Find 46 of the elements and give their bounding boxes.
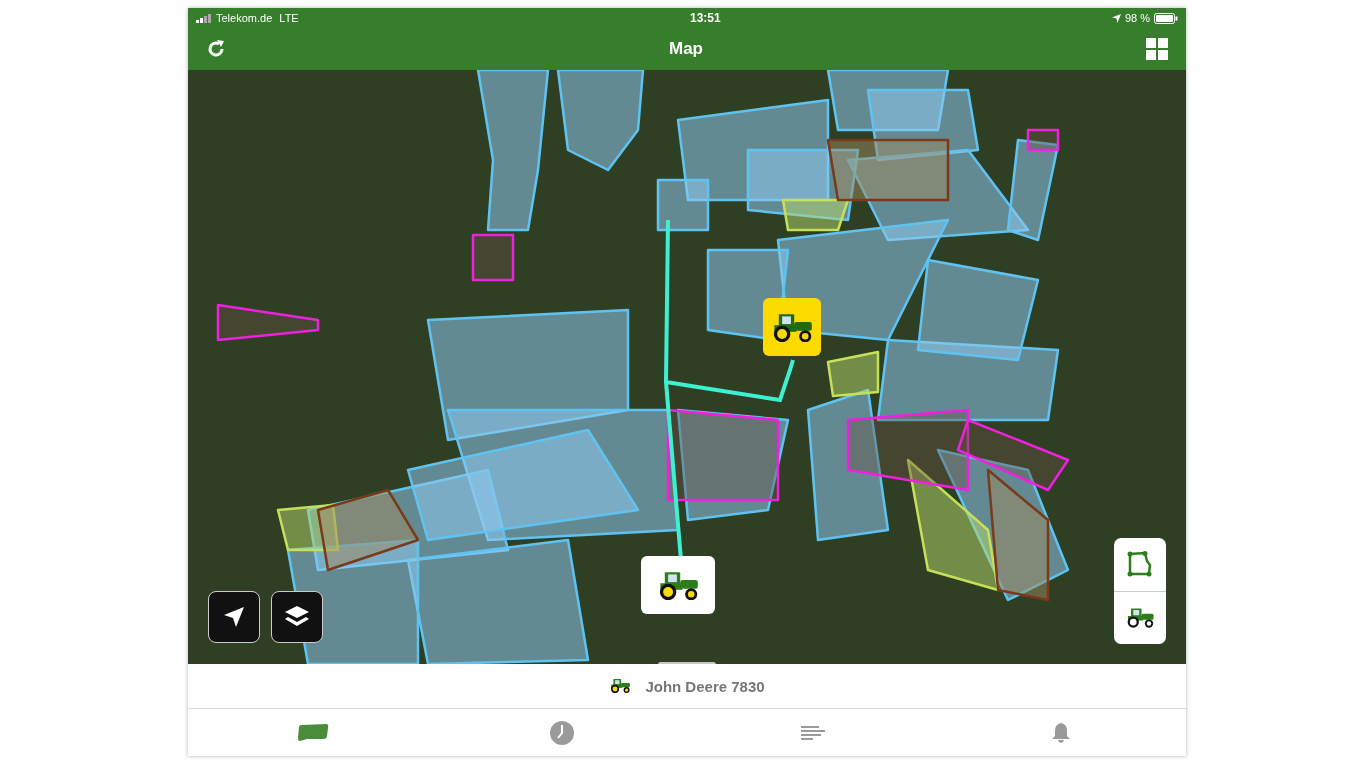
field-outline[interactable] — [826, 138, 950, 202]
field-outline[interactable] — [676, 98, 830, 202]
tractor-icon — [609, 678, 632, 694]
location-button[interactable] — [208, 591, 260, 643]
tractor-marker[interactable] — [763, 298, 821, 356]
field-outline[interactable] — [846, 408, 970, 492]
field-outline[interactable] — [956, 418, 1070, 492]
list-icon — [798, 724, 825, 741]
field-outline[interactable] — [666, 408, 780, 502]
field-outline[interactable] — [916, 258, 1040, 362]
tractor-icon — [1125, 607, 1155, 629]
field-outline[interactable] — [216, 303, 320, 342]
field-outline[interactable] — [706, 248, 790, 342]
field-outline[interactable] — [426, 308, 630, 442]
field-outline[interactable] — [556, 70, 645, 172]
field-outline[interactable] — [676, 408, 790, 522]
grid-icon[interactable] — [1146, 38, 1168, 60]
machine-name[interactable]: John Deere 7830 — [645, 677, 765, 695]
carrier-name: Telekom.de — [216, 12, 273, 24]
bell-icon — [1051, 721, 1072, 744]
refresh-icon[interactable] — [206, 39, 226, 59]
satellite-map[interactable] — [188, 70, 1186, 664]
clock-time: 13:51 — [689, 11, 721, 25]
battery-icon — [1154, 12, 1178, 24]
field-outline[interactable] — [476, 70, 550, 232]
field-outline[interactable] — [656, 178, 710, 232]
field-icon — [296, 723, 329, 742]
tractor-marker[interactable] — [641, 556, 715, 614]
field-outline[interactable] — [471, 233, 515, 282]
layers-button[interactable] — [271, 591, 323, 643]
field-boundary-icon — [1127, 551, 1153, 578]
field-outline[interactable] — [876, 338, 1060, 422]
location-icon — [1111, 13, 1121, 23]
battery-percent: 98 % — [1124, 12, 1150, 24]
network-type: LTE — [278, 12, 299, 24]
field-outline[interactable] — [1026, 128, 1060, 152]
field-outline[interactable] — [286, 538, 420, 664]
field-outline[interactable] — [316, 488, 420, 572]
page-title: Map — [669, 39, 703, 59]
field-outline[interactable] — [986, 468, 1050, 602]
layers-icon — [285, 606, 309, 628]
field-outline[interactable] — [1006, 138, 1060, 242]
clock-icon — [550, 720, 575, 745]
field-outline[interactable] — [406, 428, 640, 542]
signal-icon — [196, 13, 212, 23]
navigation-arrow-icon — [224, 607, 244, 627]
